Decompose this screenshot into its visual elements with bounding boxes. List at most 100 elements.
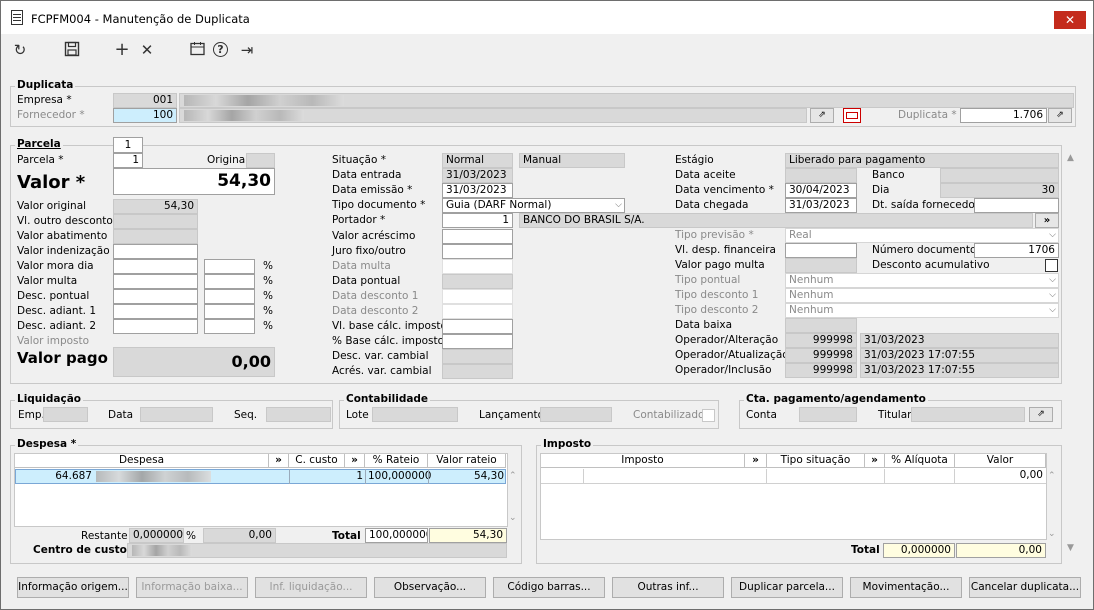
tipo-desconto1-select[interactable]: Nenhum ⌵: [785, 288, 1059, 303]
tipo-desconto1-value: Nenhum: [789, 289, 834, 301]
valor-field[interactable]: 54,30: [113, 168, 275, 195]
window-title: FCPFM004 - Manutenção de Duplicata: [31, 12, 250, 26]
pct-base-field[interactable]: [442, 334, 513, 349]
tipo-desconto2-select[interactable]: Nenhum ⌵: [785, 303, 1059, 318]
data-emissao-field[interactable]: 31/03/2023: [442, 183, 513, 198]
parcela-tab[interactable]: 1: [113, 137, 143, 153]
empresa-field[interactable]: 001: [113, 93, 177, 108]
operador-alteracao-field: 999998: [785, 333, 857, 348]
parcela-row-field[interactable]: [113, 274, 198, 289]
tipo-pontual-select[interactable]: Nenhum ⌵: [785, 273, 1059, 288]
help-icon[interactable]: ?: [213, 42, 228, 57]
col-tipo-situacao[interactable]: Tipo situação: [767, 454, 865, 468]
dt-saida-field[interactable]: [974, 198, 1059, 213]
add-icon[interactable]: +: [113, 41, 131, 59]
bottom-button-9[interactable]: Cancelar duplicata...: [969, 577, 1081, 598]
bottom-button-6[interactable]: Outras inf...: [612, 577, 724, 598]
fornecedor-field[interactable]: 100: [113, 108, 177, 123]
scroll-down-icon[interactable]: ⌄: [1048, 529, 1056, 539]
fornecedor-lookup-button[interactable]: ⇗: [810, 108, 834, 123]
bottom-button-8[interactable]: Movimentação...: [850, 577, 962, 598]
parcela-row-field[interactable]: [113, 289, 198, 304]
tipo-desconto2-value: Nenhum: [789, 304, 834, 316]
col-valor-rateio[interactable]: Valor rateio: [428, 454, 506, 468]
desconto-acumulativo-checkbox[interactable]: [1045, 259, 1058, 272]
col-aliquota[interactable]: % Alíquota: [885, 454, 955, 468]
col-valor[interactable]: Valor: [955, 454, 1046, 468]
data-chegada-field[interactable]: 31/03/2023: [785, 198, 857, 213]
bottom-button-2[interactable]: Informação baixa...: [136, 577, 248, 598]
vl-base-field[interactable]: [442, 319, 513, 334]
parcela-row-label: Valor original: [17, 200, 87, 212]
col-despesa-expand[interactable]: »: [269, 454, 289, 468]
data-desc2-field[interactable]: [442, 304, 513, 319]
estagio-label: Estágio: [675, 154, 714, 166]
valor-pago-field: 0,00: [113, 347, 275, 377]
juro-field[interactable]: [442, 244, 513, 259]
data-desc1-field[interactable]: [442, 289, 513, 304]
scroll-up-icon[interactable]: ⌃: [509, 471, 517, 481]
parcela-row-pct-field[interactable]: [204, 304, 255, 319]
parcela-row-pct-field[interactable]: [204, 319, 255, 334]
parcela-row-label: Desc. adiant. 1: [17, 305, 97, 317]
parcela-row-field[interactable]: [113, 259, 198, 274]
parcela-label: Parcela *: [17, 154, 64, 166]
parcela-row-pct-field[interactable]: [204, 289, 255, 304]
parcela-row-pct-field[interactable]: [204, 259, 255, 274]
titular-lookup-button[interactable]: ⇗: [1029, 407, 1053, 422]
centro-custo-field: [127, 543, 507, 558]
duplicata-field[interactable]: 1.706: [960, 108, 1047, 123]
portador-lookup-button[interactable]: »: [1035, 213, 1059, 228]
bottom-button-3[interactable]: Inf. liquidação...: [255, 577, 367, 598]
duplicata-lookup-button[interactable]: ⇗: [1048, 108, 1072, 123]
portador-field[interactable]: 1: [442, 213, 513, 228]
delete-icon[interactable]: ✕: [138, 41, 156, 59]
scroll-down-icon[interactable]: ⌄: [509, 513, 517, 523]
col-imposto-expand[interactable]: »: [745, 454, 767, 468]
vl-desp-financeira-field[interactable]: [785, 243, 857, 258]
col-despesa[interactable]: Despesa: [15, 454, 269, 468]
despesa-section-title: Despesa *: [15, 438, 79, 450]
tipo-documento-select[interactable]: Guia (DARF Normal) ⌵: [442, 198, 625, 213]
scrollbar[interactable]: ▲ ▼: [1067, 153, 1077, 553]
table-row[interactable]: 0,00: [541, 469, 1046, 484]
parcela-row-field[interactable]: [113, 244, 198, 259]
close-window-button[interactable]: ✕: [1054, 11, 1086, 29]
numero-documento-field[interactable]: 1706: [974, 243, 1059, 258]
contabilizado-checkbox[interactable]: [702, 409, 715, 422]
bottom-button-1[interactable]: Informação origem...: [17, 577, 129, 598]
col-ccusto-expand[interactable]: »: [345, 454, 365, 468]
duplicata-label: Duplicata *: [898, 109, 957, 121]
parcela-row-field[interactable]: [113, 319, 198, 334]
data-entrada-field: 31/03/2023: [442, 168, 513, 183]
scroll-up-icon[interactable]: ⌃: [1048, 471, 1056, 481]
bottom-button-4[interactable]: Observação...: [374, 577, 486, 598]
col-tipo-situacao-expand[interactable]: »: [865, 454, 885, 468]
bottom-button-7[interactable]: Duplicar parcela...: [731, 577, 843, 598]
save-icon[interactable]: [63, 41, 81, 59]
table-row[interactable]: 64.687 1 100,000000 54,30: [15, 469, 506, 484]
data-baixa-field: [785, 318, 857, 333]
tipo-previsao-select[interactable]: Real ⌵: [785, 228, 1059, 243]
percent-symbol: %: [263, 320, 273, 332]
acres-var-field: [442, 364, 513, 379]
data-multa-field[interactable]: [442, 259, 513, 274]
operador-atualizacao-date: 31/03/2023 17:07:55: [860, 348, 1059, 363]
col-ccusto[interactable]: C. custo: [289, 454, 345, 468]
parcela-field[interactable]: 1: [113, 153, 143, 168]
parcela-row-field[interactable]: [113, 304, 198, 319]
parcela-row-pct-field[interactable]: [204, 274, 255, 289]
grid-icon[interactable]: [843, 108, 861, 123]
exit-icon[interactable]: ⇥: [238, 41, 256, 59]
col-rateio[interactable]: % Rateio: [365, 454, 428, 468]
data-vencimento-field[interactable]: 30/04/2023: [785, 183, 857, 198]
titular-label: Titular: [878, 409, 912, 421]
col-imposto[interactable]: Imposto: [541, 454, 745, 468]
situacao2-field: Manual: [519, 153, 625, 168]
calendar-icon[interactable]: [188, 41, 206, 59]
bottom-button-5[interactable]: Código barras...: [493, 577, 605, 598]
data-aceite-field: [785, 168, 857, 183]
refresh-icon[interactable]: ↻: [11, 41, 29, 59]
situacao-field: Normal: [442, 153, 513, 168]
valor-acrescimo-field[interactable]: [442, 229, 513, 244]
